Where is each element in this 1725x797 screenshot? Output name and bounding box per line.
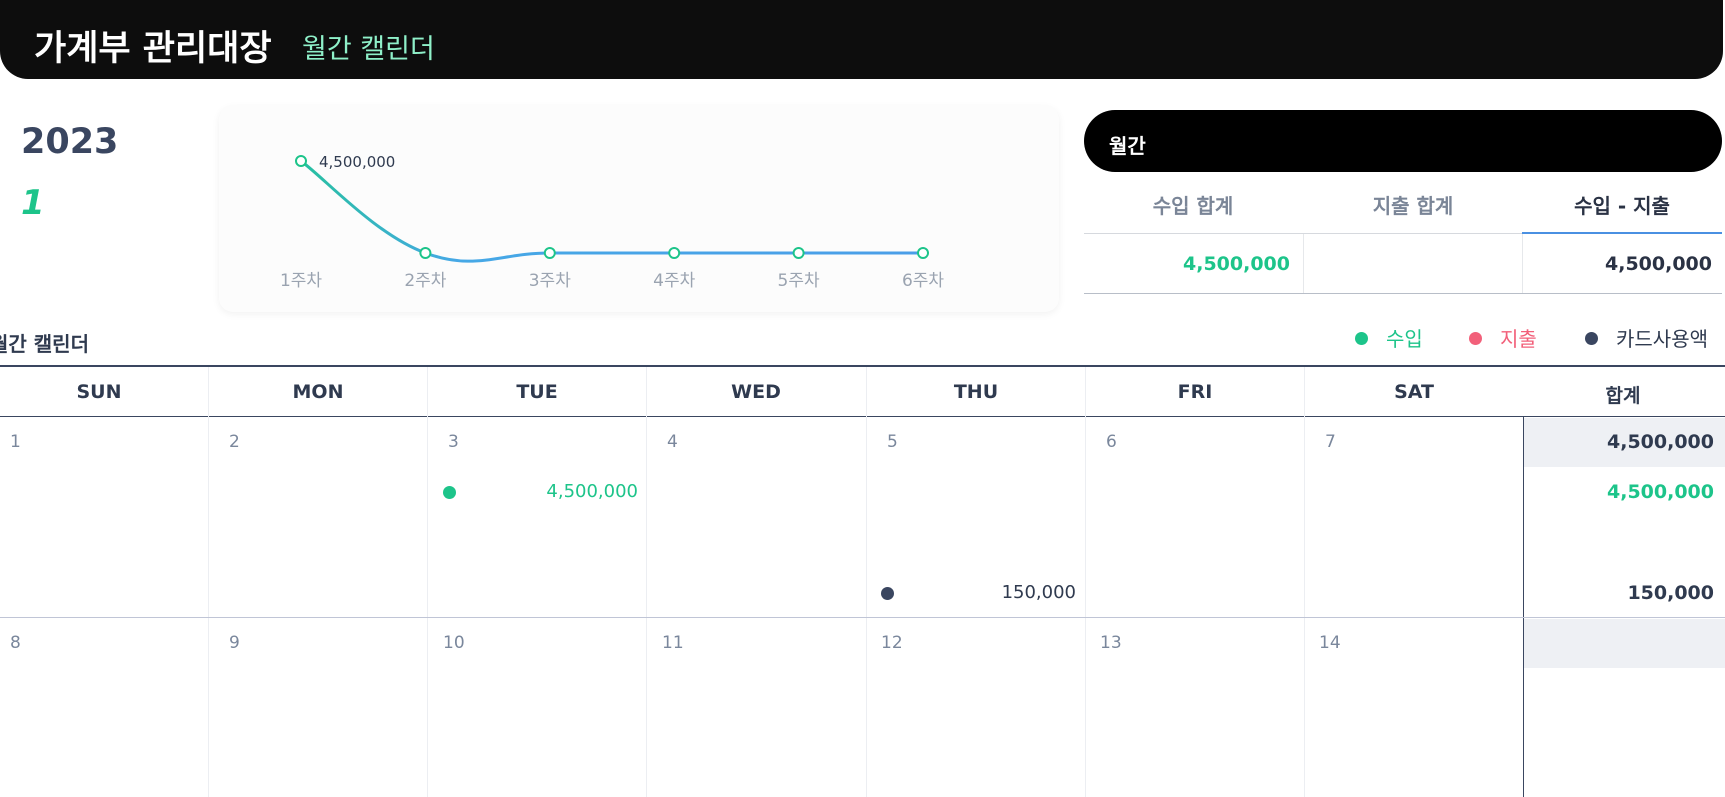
summary-active-underline (1522, 232, 1722, 234)
date-cell[interactable]: 14 (1319, 633, 1341, 653)
total-column-divider (1523, 417, 1524, 797)
summary-net-value: 4,500,000 (1605, 253, 1712, 275)
legend-card: 카드사용액 (1585, 323, 1708, 352)
legend-income-label: 수입 (1386, 327, 1423, 351)
calendar-header-border (0, 416, 1725, 417)
card-entry-amount[interactable]: 150,000 (926, 582, 1076, 603)
app-title: 가계부 관리대장 (34, 29, 272, 69)
app-subtitle: 월간 캘린더 (302, 34, 435, 65)
column-divider (427, 367, 428, 797)
year-label[interactable]: 2023 (21, 122, 118, 162)
week1-card-total: 150,000 (1627, 582, 1714, 604)
data-point[interactable] (543, 247, 556, 259)
column-divider (208, 367, 209, 797)
x-tick-label: 1주차 (280, 271, 322, 291)
legend-expense: 지출 (1469, 323, 1537, 352)
data-point[interactable] (917, 247, 929, 259)
day-header-mon: MON (292, 381, 344, 403)
card-dot-icon (881, 587, 894, 600)
date-cell[interactable]: 9 (229, 633, 240, 653)
date-cell[interactable]: 10 (443, 633, 465, 653)
summary-expense-label[interactable]: 지출 합계 (1304, 190, 1522, 219)
month-label[interactable]: 1 (21, 183, 45, 223)
date-cell[interactable]: 6 (1106, 432, 1117, 452)
card-dot-icon (1585, 332, 1598, 345)
day-header-wed: WED (731, 381, 781, 403)
expense-dot-icon (1469, 332, 1482, 345)
week1-net-total: 4,500,000 (1607, 431, 1714, 453)
summary-divider (1303, 234, 1304, 293)
weekly-line-chart: 1주차 4,500,000 2주차 3주차 4주차 5주차 6주차 (280, 153, 944, 291)
column-divider (1304, 367, 1305, 797)
day-header-fri: FRI (1177, 381, 1213, 403)
day-header-tue: TUE (516, 381, 558, 403)
data-point[interactable] (668, 247, 681, 259)
week-divider (0, 617, 1725, 618)
column-divider (866, 367, 867, 797)
x-tick-label: 2주차 (404, 271, 446, 291)
column-divider (1085, 367, 1086, 797)
date-cell[interactable]: 7 (1325, 432, 1336, 452)
income-dot-icon (1355, 332, 1368, 345)
day-header-sat: SAT (1394, 381, 1434, 403)
summary-bottom-line (1084, 293, 1722, 294)
x-tick-label: 6주차 (902, 271, 944, 291)
summary-income-value: 4,500,000 (1183, 253, 1290, 275)
date-cell[interactable]: 1 (10, 432, 21, 452)
day-header-total: 합계 (1605, 385, 1641, 407)
legend-expense-label: 지출 (1500, 327, 1537, 351)
date-cell[interactable]: 5 (887, 432, 898, 452)
x-tick-label: 4주차 (653, 271, 695, 291)
income-dot-icon (443, 486, 456, 499)
day-header-sun: SUN (76, 381, 122, 403)
date-cell[interactable]: 4 (667, 432, 678, 452)
date-cell[interactable]: 8 (10, 633, 21, 653)
calendar-top-border (0, 365, 1725, 367)
calendar-title: 월간 캘린더 (0, 332, 89, 356)
legend-card-label: 카드사용액 (1616, 327, 1708, 351)
weekly-chart-card: 1주차 4,500,000 2주차 3주차 4주차 5주차 6주차 (219, 106, 1059, 312)
week1-income-total: 4,500,000 (1607, 481, 1714, 503)
date-cell[interactable]: 12 (881, 633, 903, 653)
date-cell[interactable]: 11 (662, 633, 684, 653)
series-line (300, 159, 923, 263)
data-point[interactable] (419, 247, 432, 259)
x-tick-label: 3주차 (529, 271, 571, 291)
summary-title: 월간 (1109, 134, 1146, 158)
summary-header-bar (1084, 110, 1722, 172)
x-tick-label: 5주차 (778, 271, 820, 291)
data-point[interactable] (792, 247, 805, 259)
date-cell[interactable]: 3 (448, 432, 459, 452)
week2-total-cell (1524, 619, 1725, 668)
data-point[interactable] (295, 155, 307, 167)
column-divider (646, 367, 647, 797)
summary-net-label[interactable]: 수입 - 지출 (1513, 190, 1725, 219)
date-cell[interactable]: 13 (1100, 633, 1122, 653)
summary-income-label[interactable]: 수입 합계 (1084, 190, 1302, 219)
legend-income: 수입 (1355, 323, 1423, 352)
date-cell[interactable]: 2 (229, 432, 240, 452)
day-header-thu: THU (953, 381, 999, 403)
income-entry-amount[interactable]: 4,500,000 (488, 481, 638, 502)
data-label: 4,500,000 (319, 153, 395, 171)
